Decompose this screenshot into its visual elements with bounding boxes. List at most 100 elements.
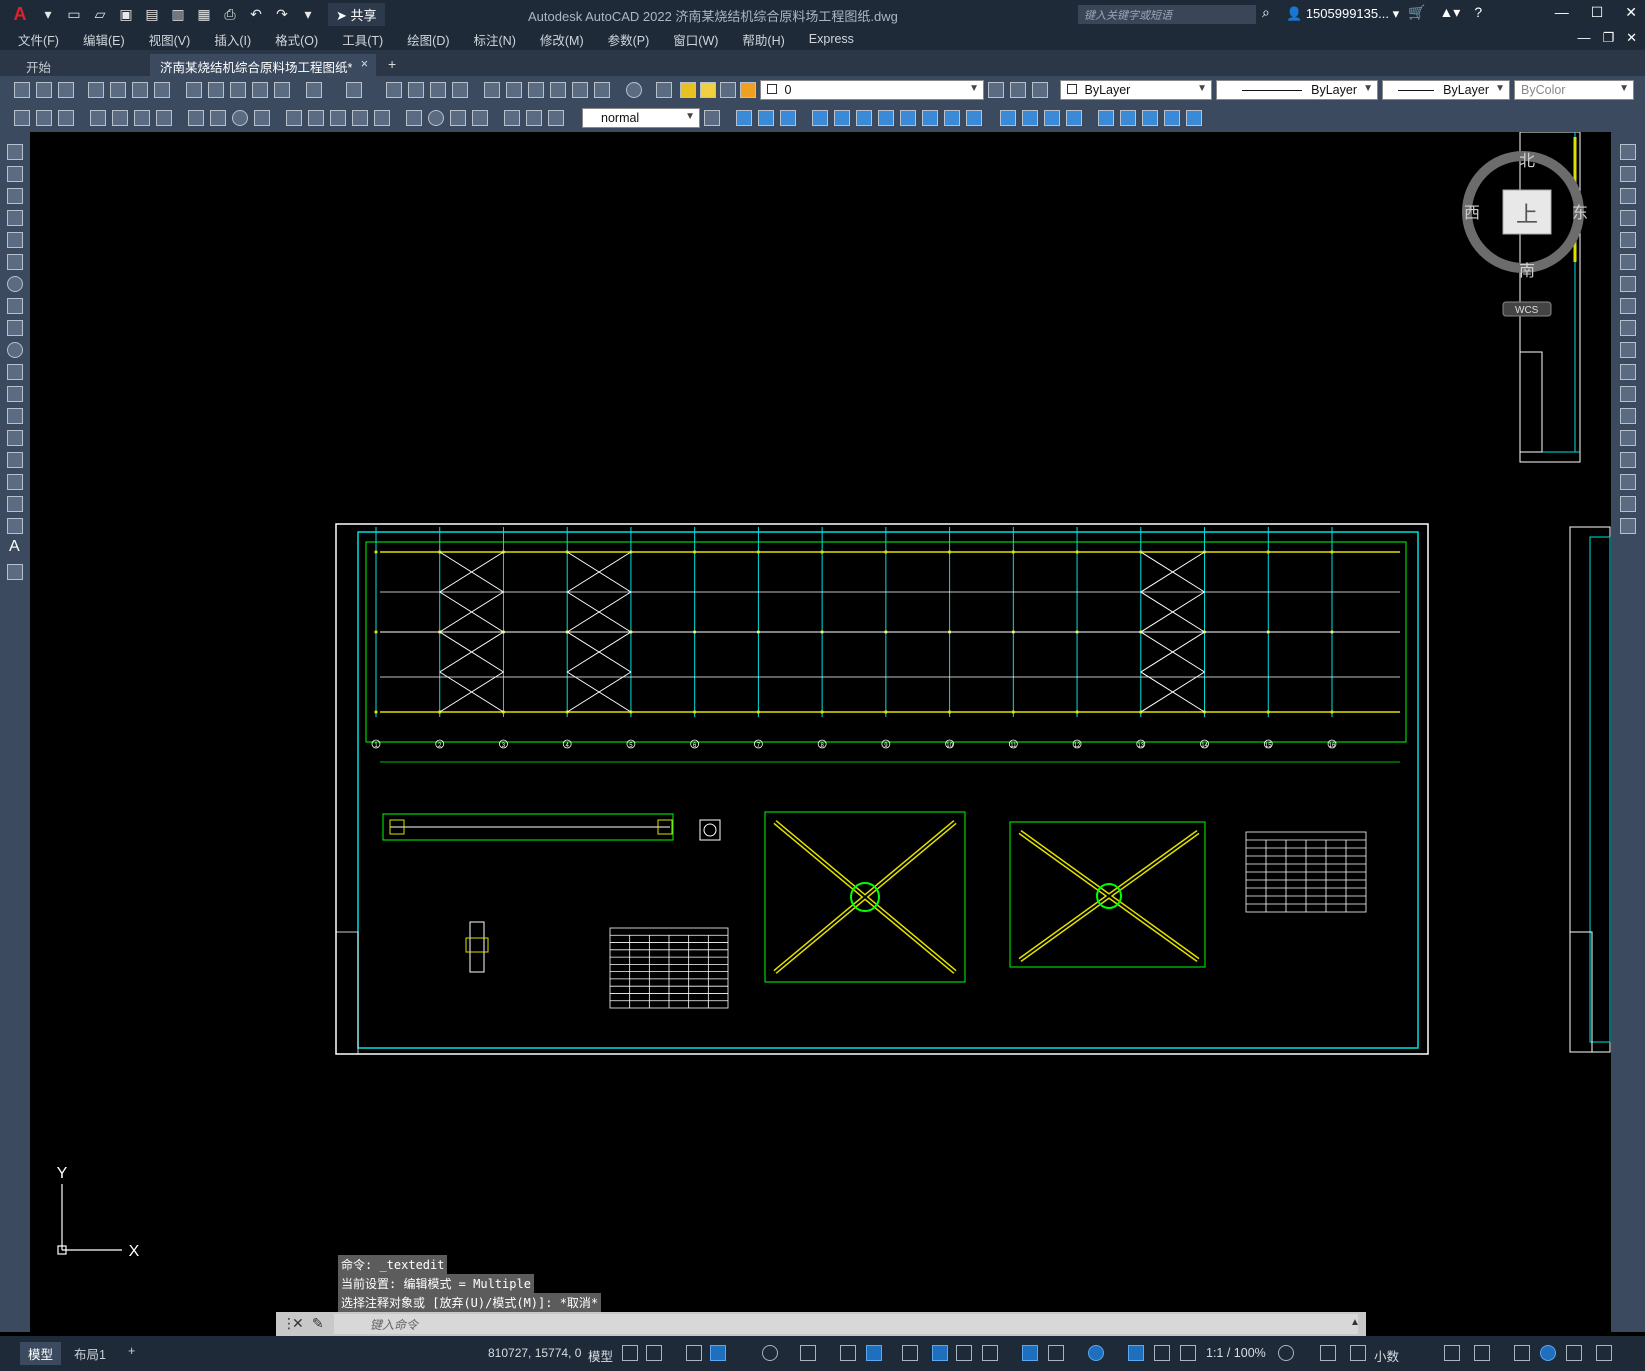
shell-icon[interactable] bbox=[1120, 110, 1136, 126]
rotate-icon[interactable] bbox=[1620, 276, 1636, 292]
layer-previous-icon[interactable] bbox=[1010, 82, 1026, 98]
intersect-icon[interactable] bbox=[780, 110, 796, 126]
make-current-layer-icon[interactable] bbox=[988, 82, 1004, 98]
command-history-toggle-icon[interactable]: ▲ bbox=[1350, 1317, 1360, 1328]
hardware-acceleration-icon[interactable] bbox=[1540, 1345, 1556, 1361]
taper-faces-icon[interactable] bbox=[922, 110, 938, 126]
share-button[interactable]: ➤ 共享 bbox=[328, 2, 385, 26]
array-icon[interactable] bbox=[1620, 232, 1636, 248]
units-icon[interactable] bbox=[1350, 1345, 1366, 1361]
chamfer-icon[interactable] bbox=[1620, 452, 1636, 468]
auto-scale-icon[interactable] bbox=[1154, 1345, 1170, 1361]
user-account[interactable]: 👤 1505999135... ▾ bbox=[1286, 6, 1399, 22]
save-icon[interactable] bbox=[58, 82, 74, 98]
region-icon[interactable] bbox=[7, 496, 23, 512]
aligned-dimension-icon[interactable] bbox=[112, 110, 128, 126]
annotation-scale-icon[interactable] bbox=[1180, 1345, 1196, 1361]
customization-menu-icon[interactable] bbox=[1596, 1345, 1612, 1361]
move-faces-icon[interactable] bbox=[834, 110, 850, 126]
workspace-gear-icon[interactable] bbox=[1278, 1345, 1294, 1361]
rotate-faces-icon[interactable] bbox=[900, 110, 916, 126]
menu-file[interactable]: 文件(F) bbox=[18, 30, 59, 49]
paste-icon[interactable] bbox=[230, 82, 246, 98]
layer-on-icon[interactable] bbox=[680, 82, 696, 98]
dimension-update-icon[interactable] bbox=[548, 110, 564, 126]
selection-filter-icon[interactable] bbox=[1048, 1345, 1064, 1361]
open-icon[interactable] bbox=[36, 82, 52, 98]
3d-dwf-icon[interactable] bbox=[154, 82, 170, 98]
viewcube[interactable]: 上 北 南 东 西 WCS bbox=[1462, 151, 1588, 317]
jogged-linear-icon[interactable] bbox=[472, 110, 488, 126]
blend-curves-icon[interactable] bbox=[1620, 496, 1636, 512]
sheet-set-icon[interactable] bbox=[550, 82, 566, 98]
qnew-icon[interactable] bbox=[14, 82, 30, 98]
minimize-icon[interactable]: — bbox=[1555, 4, 1569, 21]
extrude-faces-icon[interactable] bbox=[812, 110, 828, 126]
move-icon[interactable] bbox=[1620, 254, 1636, 270]
snap-icon[interactable] bbox=[646, 1345, 662, 1361]
viewcube-north[interactable]: 北 bbox=[1519, 152, 1535, 170]
solid-extra-icon[interactable] bbox=[1186, 110, 1202, 126]
viewcube-west[interactable]: 西 bbox=[1464, 205, 1480, 222]
union-icon[interactable] bbox=[736, 110, 752, 126]
polygon-icon[interactable] bbox=[7, 210, 23, 226]
make-block-icon[interactable] bbox=[7, 408, 23, 424]
layer-viewport-icon[interactable] bbox=[720, 82, 736, 98]
explode-icon[interactable] bbox=[1620, 518, 1636, 534]
command-customize-icon[interactable]: ✎ bbox=[312, 1315, 324, 1332]
cut-icon[interactable] bbox=[186, 82, 202, 98]
properties-icon[interactable] bbox=[484, 82, 500, 98]
autodesk-a360-icon[interactable]: ▲▾ bbox=[1439, 4, 1460, 21]
polyline-icon[interactable] bbox=[7, 188, 23, 204]
undo-icon[interactable]: ↶ bbox=[246, 4, 266, 24]
layer-freeze-icon[interactable] bbox=[700, 82, 716, 98]
plotstyle-dropdown[interactable]: ByColor ▼ bbox=[1514, 80, 1634, 100]
offset-icon[interactable] bbox=[1620, 210, 1636, 226]
viewcube-east[interactable]: 东 bbox=[1572, 204, 1588, 222]
circle-icon[interactable] bbox=[7, 276, 23, 292]
diameter-dimension-icon[interactable] bbox=[232, 110, 248, 126]
dimension-edit-icon[interactable] bbox=[504, 110, 520, 126]
doc-restore-icon[interactable]: ❐ bbox=[1602, 30, 1614, 46]
undo-icon[interactable] bbox=[306, 82, 322, 98]
layer-properties-icon[interactable] bbox=[656, 82, 672, 98]
rectangle-icon[interactable] bbox=[7, 232, 23, 248]
ellipse-icon[interactable] bbox=[7, 342, 23, 358]
markup-icon[interactable] bbox=[572, 82, 588, 98]
autocad-logo-icon[interactable]: A bbox=[8, 4, 32, 25]
spline-icon[interactable] bbox=[7, 320, 23, 336]
match-properties-icon[interactable] bbox=[252, 82, 268, 98]
menu-draw[interactable]: 绘图(D) bbox=[407, 30, 449, 49]
doc-minimize-icon[interactable]: — bbox=[1577, 30, 1590, 46]
break-icon[interactable] bbox=[1620, 408, 1636, 424]
publish-icon[interactable] bbox=[132, 82, 148, 98]
add-selected-icon[interactable] bbox=[7, 564, 23, 580]
revision-cloud-icon[interactable] bbox=[7, 298, 23, 314]
infer-constraints-icon[interactable] bbox=[686, 1345, 702, 1361]
offset-faces-icon[interactable] bbox=[856, 110, 872, 126]
tool-icon-3[interactable] bbox=[58, 110, 74, 126]
viewcube-south[interactable]: 南 bbox=[1519, 262, 1535, 280]
scale-icon[interactable] bbox=[1620, 298, 1636, 314]
redo-icon[interactable] bbox=[346, 82, 362, 98]
text-style-dropdown[interactable]: normal ▼ bbox=[582, 108, 700, 128]
close-icon[interactable]: ✕ bbox=[1625, 4, 1637, 21]
help-icon[interactable]: ? bbox=[1474, 4, 1482, 21]
delete-faces-icon[interactable] bbox=[878, 110, 894, 126]
mirror-icon[interactable] bbox=[1620, 188, 1636, 204]
layer-dropdown[interactable]: 0 ▼ bbox=[760, 80, 984, 100]
stretch-icon[interactable] bbox=[1620, 320, 1636, 336]
zoom-window-icon[interactable] bbox=[430, 82, 446, 98]
copy-edges-icon[interactable] bbox=[1000, 110, 1016, 126]
linetype-dropdown[interactable]: ByLayer ▼ bbox=[1216, 80, 1378, 100]
erase-icon[interactable] bbox=[1620, 144, 1636, 160]
layout-tab-add[interactable]: + bbox=[120, 1342, 143, 1360]
menu-format[interactable]: 格式(O) bbox=[275, 30, 318, 49]
color-faces-icon[interactable] bbox=[966, 110, 982, 126]
transparency-icon[interactable] bbox=[932, 1345, 948, 1361]
dynamic-ucs-icon[interactable] bbox=[1022, 1345, 1038, 1361]
menu-tools[interactable]: 工具(T) bbox=[342, 30, 383, 49]
gradient-icon[interactable] bbox=[7, 474, 23, 490]
hatch-icon[interactable] bbox=[7, 452, 23, 468]
table-icon[interactable] bbox=[7, 518, 23, 534]
